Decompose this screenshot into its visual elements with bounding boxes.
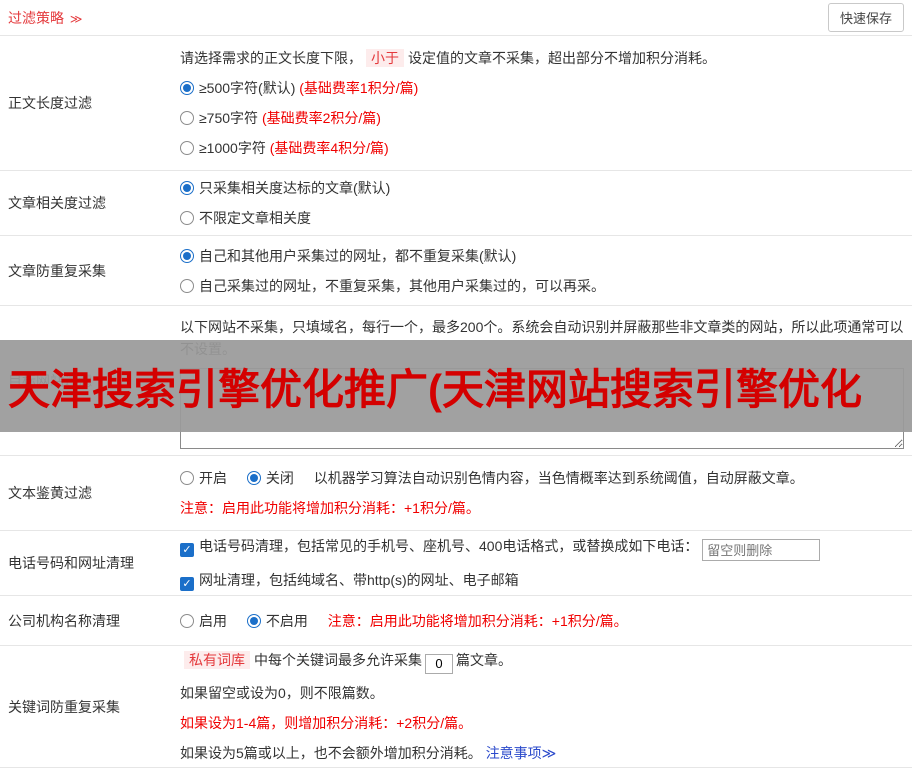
chevron-collapse-icon[interactable]: ≫ [70,12,83,26]
radio-label-relevance-no[interactable]: 不限定文章相关度 [199,210,311,226]
checkbox-checked-icon-phone[interactable] [180,542,194,557]
radio-icon-750[interactable] [180,111,194,125]
company-cleanup-options: 启用 不启用 注意：启用此功能将增加积分消耗：+1积分/篇。 [180,610,904,632]
section-length-filter: 正文长度过滤 请选择需求的正文长度下限， 小于 设定值的文章不采集，超出部分不增加积… [0,36,912,171]
section-label-keyword-dedup: 关键词防重复采集 [8,698,120,715]
keyword-dedup-line4: 如果设为5篇或以上，也不会额外增加积分消耗。 注意事项≫ [180,742,904,764]
keyword-dedup-line1: 私有词库中每个关键词最多允许采集 篇文章。 [180,649,904,674]
quick-save-button[interactable]: 快速保存 [827,3,904,32]
porn-filter-desc: 以机器学习算法自动识别色情内容，当色情概率达到系统阈值，自动屏蔽文章。 [313,470,804,486]
checkbox-label-phone[interactable]: 电话号码清理，包括常见的手机号、座机号、400电话格式，或替换成如下电话： [199,538,698,554]
radio-icon-company-off[interactable] [246,613,261,628]
blocked-sites-textarea[interactable] [180,368,904,449]
section-label-relevance-filter: 文章相关度过滤 [8,195,106,211]
radio-icon-dedup-all[interactable] [180,248,194,263]
radio-label-relevance-yes[interactable]: 只采集相关度达标的文章(默认) [199,180,390,196]
desc-text-before: 请选择需求的正文长度下限， [180,50,362,66]
section-label-site-filter: 目标网站过滤 [8,372,92,389]
keyword-dedup-line1-mid: 中每个关键词最多允许采集 [254,652,422,669]
radio-label-porn-on[interactable]: 开启 [199,470,227,486]
section-dedup-filter: 文章防重复采集 自己和其他用户采集过的网址，都不重复采集(默认) 自己采集过的网… [0,236,912,306]
radio-label-1000[interactable]: ≥1000字符 [199,140,266,156]
radio-label-porn-off[interactable]: 关闭 [266,470,294,486]
radio-label-dedup-self[interactable]: 自己采集过的网址，不重复采集，其他用户采集过的，可以再采。 [199,278,605,294]
company-cleanup-note: 注意：启用此功能将增加积分消耗：+1积分/篇。 [327,612,628,629]
radio-icon-1000[interactable] [180,141,194,155]
keyword-dedup-line4-text: 如果设为5篇或以上，也不会额外增加积分消耗。 [180,744,482,761]
checkbox-option-phone[interactable]: 电话号码清理，包括常见的手机号、座机号、400电话格式，或替换成如下电话： [180,535,904,562]
porn-filter-options: 开启 关闭 以机器学习算法自动识别色情内容，当色情概率达到系统阈值，自动屏蔽文章… [180,467,904,489]
radio-label-500[interactable]: ≥500字符(默认) [199,80,295,96]
radio-icon-500[interactable] [180,81,194,95]
replacement-phone-input[interactable] [702,539,821,562]
radio-option-750[interactable]: ≥750字符 (基础费率2积分/篇) [180,107,904,129]
radio-icon-dedup-self[interactable] [180,278,194,293]
radio-note-1000: (基础费率4积分/篇) [269,140,389,156]
desc-text-after: 设定值的文章不采集，超出部分不增加积分消耗。 [408,50,716,66]
section-keyword-dedup: 关键词防重复采集 私有词库中每个关键词最多允许采集 篇文章。 如果留空或设为0，则… [0,646,912,768]
radio-option-relevance-no[interactable]: 不限定文章相关度 [180,207,904,229]
section-phone-url-cleanup: 电话号码和网址清理 电话号码清理，包括常见的手机号、座机号、400电话格式，或替… [0,531,912,596]
site-filter-desc: 以下网站不采集，只填域名，每行一个，最多200个。系统会自动识别并屏蔽那些非文章… [180,319,904,357]
section-label-company-cleanup: 公司机构名称清理 [8,612,120,629]
radio-icon-company-on[interactable] [180,613,194,628]
radio-icon-relevance-no[interactable] [180,211,194,225]
radio-label-dedup-all[interactable]: 自己和其他用户采集过的网址，都不重复采集(默认) [199,248,516,264]
radio-option-500[interactable]: ≥500字符(默认) (基础费率1积分/篇) [180,77,904,99]
page-title[interactable]: 过滤策略 ≫ [8,8,82,28]
checkbox-option-url[interactable]: 网址清理，包括纯域名、带http(s)的网址、电子邮箱 [180,569,904,592]
section-label-length-filter: 正文长度过滤 [8,95,92,111]
radio-option-company-off[interactable]: 不启用 [246,613,308,629]
section-label-phone-url-cleanup: 电话号码和网址清理 [8,555,134,571]
radio-note-500: (基础费率1积分/篇) [299,80,419,96]
section-porn-filter: 文本鉴黄过滤 开启 关闭 以机器学习算法自动识别色情内容，当色情概率达到系统阈值… [0,456,912,531]
highlight-private-lexicon: 私有词库 [184,651,250,670]
keyword-dedup-line1-tail: 篇文章。 [456,652,512,669]
notes-link[interactable]: 注意事项≫ [486,745,557,761]
radio-icon-relevance-yes[interactable] [180,181,194,195]
radio-label-750[interactable]: ≥750字符 [199,110,258,126]
radio-option-relevance-yes[interactable]: 只采集相关度达标的文章(默认) [180,177,904,199]
section-relevance-filter: 文章相关度过滤 只采集相关度达标的文章(默认) 不限定文章相关度 [0,171,912,236]
radio-option-porn-off[interactable]: 关闭 [246,470,294,486]
radio-icon-porn-on[interactable] [180,471,194,485]
section-site-filter: 目标网站过滤 以下网站不采集，只填域名，每行一个，最多200个。系统会自动识别并… [0,306,912,456]
toolbar: 过滤策略 ≫ 快速保存 [0,0,912,36]
radio-label-company-off[interactable]: 不启用 [266,613,308,629]
radio-option-company-on[interactable]: 启用 [180,613,227,629]
radio-option-1000[interactable]: ≥1000字符 (基础费率4积分/篇) [180,137,904,159]
section-label-porn-filter: 文本鉴黄过滤 [8,485,92,501]
section-company-cleanup: 公司机构名称清理 启用 不启用 注意：启用此功能将增加积分消耗：+1积分/篇。 [0,596,912,646]
page-title-text: 过滤策略 [8,9,64,26]
highlight-less-than: 小于 [366,49,404,67]
keyword-dedup-line3: 如果设为1-4篇，则增加积分消耗：+2积分/篇。 [180,714,473,731]
radio-option-dedup-self[interactable]: 自己采集过的网址，不重复采集，其他用户采集过的，可以再采。 [180,275,904,297]
checkbox-checked-icon-url[interactable] [180,577,194,592]
section-label-dedup-filter: 文章防重复采集 [8,262,106,279]
radio-note-750: (基础费率2积分/篇) [261,110,381,126]
radio-option-dedup-all[interactable]: 自己和其他用户采集过的网址，都不重复采集(默认) [180,245,904,267]
radio-label-company-on[interactable]: 启用 [199,613,227,629]
max-articles-input[interactable] [425,653,453,674]
keyword-dedup-line2: 如果留空或设为0，则不限篇数。 [180,684,384,701]
radio-option-porn-on[interactable]: 开启 [180,470,227,486]
checkbox-label-url[interactable]: 网址清理，包括纯域名、带http(s)的网址、电子邮箱 [199,572,519,588]
radio-icon-porn-off[interactable] [246,471,261,485]
length-filter-desc: 请选择需求的正文长度下限， 小于 设定值的文章不采集，超出部分不增加积分消耗。 [180,47,904,69]
porn-filter-note: 注意：启用此功能将增加积分消耗：+1积分/篇。 [180,500,480,516]
